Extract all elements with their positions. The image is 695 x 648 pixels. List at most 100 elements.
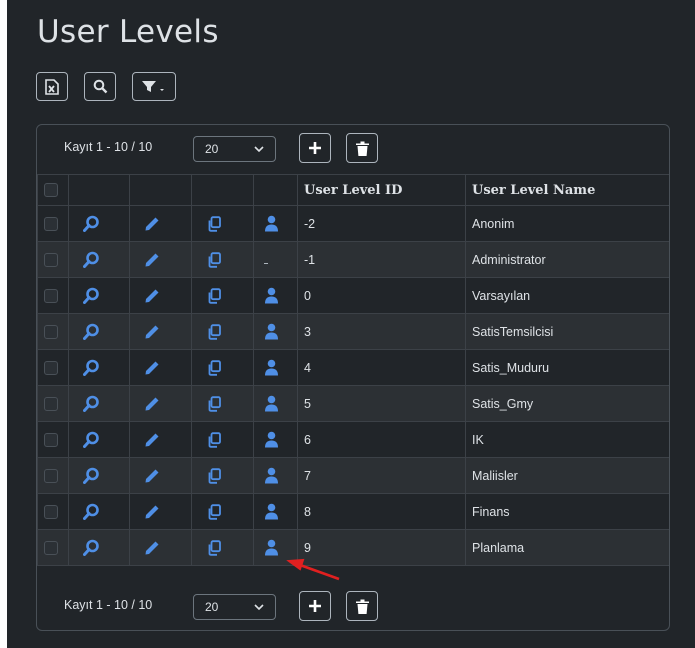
permissions-icon[interactable]	[264, 215, 279, 232]
view-icon[interactable]	[83, 467, 100, 484]
edit-icon[interactable]	[144, 324, 160, 340]
delete-button[interactable]	[346, 591, 378, 621]
permissions-cell[interactable]	[253, 457, 298, 494]
page-size-select[interactable]: 20	[193, 594, 276, 620]
copy-cell[interactable]	[191, 241, 254, 278]
filter-dropdown-button[interactable]	[132, 72, 176, 101]
permissions-cell[interactable]	[253, 313, 298, 350]
table-row[interactable]: 9 Planlama	[37, 529, 669, 566]
edit-cell[interactable]	[129, 313, 192, 350]
edit-icon[interactable]	[144, 468, 160, 484]
search-button[interactable]	[84, 72, 116, 101]
copy-cell[interactable]	[191, 277, 254, 314]
view-icon[interactable]	[83, 395, 100, 412]
copy-icon[interactable]	[206, 251, 222, 268]
edit-cell[interactable]	[129, 349, 192, 386]
edit-cell[interactable]	[129, 457, 192, 494]
permissions-icon[interactable]	[264, 503, 279, 520]
permissions-icon[interactable]	[264, 431, 279, 448]
edit-icon[interactable]	[144, 540, 160, 556]
view-icon[interactable]	[83, 215, 100, 232]
row-select-cell[interactable]	[37, 241, 69, 278]
view-cell[interactable]	[68, 277, 130, 314]
view-cell[interactable]	[68, 421, 130, 458]
copy-cell[interactable]	[191, 205, 254, 242]
view-icon[interactable]	[83, 503, 100, 520]
view-cell[interactable]	[68, 313, 130, 350]
edit-icon[interactable]	[144, 504, 160, 520]
export-excel-button[interactable]	[36, 72, 68, 101]
copy-icon[interactable]	[206, 467, 222, 484]
row-checkbox[interactable]	[44, 288, 58, 303]
edit-icon[interactable]	[144, 432, 160, 448]
row-select-cell[interactable]	[37, 421, 69, 458]
header-user-level-name[interactable]: User Level Name	[465, 174, 669, 206]
row-select-cell[interactable]	[37, 349, 69, 386]
edit-cell[interactable]	[129, 385, 192, 422]
row-select-cell[interactable]	[37, 313, 69, 350]
delete-button[interactable]	[346, 133, 378, 163]
edit-icon[interactable]	[144, 396, 160, 412]
table-row[interactable]: -1 Administrator	[37, 241, 669, 278]
row-select-cell[interactable]	[37, 205, 69, 242]
permissions-icon[interactable]	[264, 467, 279, 484]
permissions-cell[interactable]	[253, 241, 298, 278]
edit-icon[interactable]	[144, 288, 160, 304]
permissions-cell[interactable]	[253, 421, 298, 458]
row-checkbox[interactable]	[44, 396, 58, 411]
copy-icon[interactable]	[206, 431, 222, 448]
row-select-cell[interactable]	[37, 385, 69, 422]
copy-cell[interactable]	[191, 457, 254, 494]
header-user-level-id[interactable]: User Level ID	[297, 174, 466, 206]
view-cell[interactable]	[68, 529, 130, 566]
permissions-cell[interactable]	[253, 529, 298, 566]
page-size-select[interactable]: 20	[193, 136, 276, 162]
row-checkbox[interactable]	[44, 216, 58, 231]
edit-cell[interactable]	[129, 529, 192, 566]
copy-cell[interactable]	[191, 385, 254, 422]
row-checkbox[interactable]	[44, 324, 58, 339]
copy-cell[interactable]	[191, 349, 254, 386]
permissions-icon[interactable]	[264, 395, 279, 412]
view-icon[interactable]	[83, 539, 100, 556]
edit-cell[interactable]	[129, 421, 192, 458]
copy-icon[interactable]	[206, 539, 222, 556]
permissions-cell[interactable]	[253, 349, 298, 386]
row-checkbox[interactable]	[44, 468, 58, 483]
table-row[interactable]: 5 Satis_Gmy	[37, 385, 669, 422]
row-select-cell[interactable]	[37, 529, 69, 566]
edit-icon[interactable]	[144, 216, 160, 232]
permissions-cell[interactable]	[253, 277, 298, 314]
permissions-icon[interactable]	[264, 359, 279, 376]
row-checkbox[interactable]	[44, 540, 58, 555]
edit-icon[interactable]	[144, 360, 160, 376]
edit-cell[interactable]	[129, 205, 192, 242]
add-button[interactable]	[299, 591, 331, 621]
copy-icon[interactable]	[206, 287, 222, 304]
copy-cell[interactable]	[191, 529, 254, 566]
copy-icon[interactable]	[206, 359, 222, 376]
view-icon[interactable]	[83, 251, 100, 268]
row-checkbox[interactable]	[44, 252, 58, 267]
table-row[interactable]: 0 Varsayılan	[37, 277, 669, 314]
copy-cell[interactable]	[191, 313, 254, 350]
table-row[interactable]: 7 Maliisler	[37, 457, 669, 494]
edit-cell[interactable]	[129, 241, 192, 278]
row-select-cell[interactable]	[37, 277, 69, 314]
row-checkbox[interactable]	[44, 360, 58, 375]
copy-icon[interactable]	[206, 395, 222, 412]
copy-icon[interactable]	[206, 215, 222, 232]
table-row[interactable]: 3 SatisTemsilcisi	[37, 313, 669, 350]
view-cell[interactable]	[68, 349, 130, 386]
view-cell[interactable]	[68, 457, 130, 494]
copy-cell[interactable]	[191, 493, 254, 530]
view-cell[interactable]	[68, 493, 130, 530]
view-icon[interactable]	[83, 359, 100, 376]
select-all-checkbox[interactable]	[44, 183, 58, 197]
edit-cell[interactable]	[129, 277, 192, 314]
table-row[interactable]: 8 Finans	[37, 493, 669, 530]
copy-icon[interactable]	[206, 503, 222, 520]
table-row[interactable]: -2 Anonim	[37, 205, 669, 242]
edit-icon[interactable]	[144, 252, 160, 268]
permissions-icon[interactable]	[264, 539, 279, 556]
